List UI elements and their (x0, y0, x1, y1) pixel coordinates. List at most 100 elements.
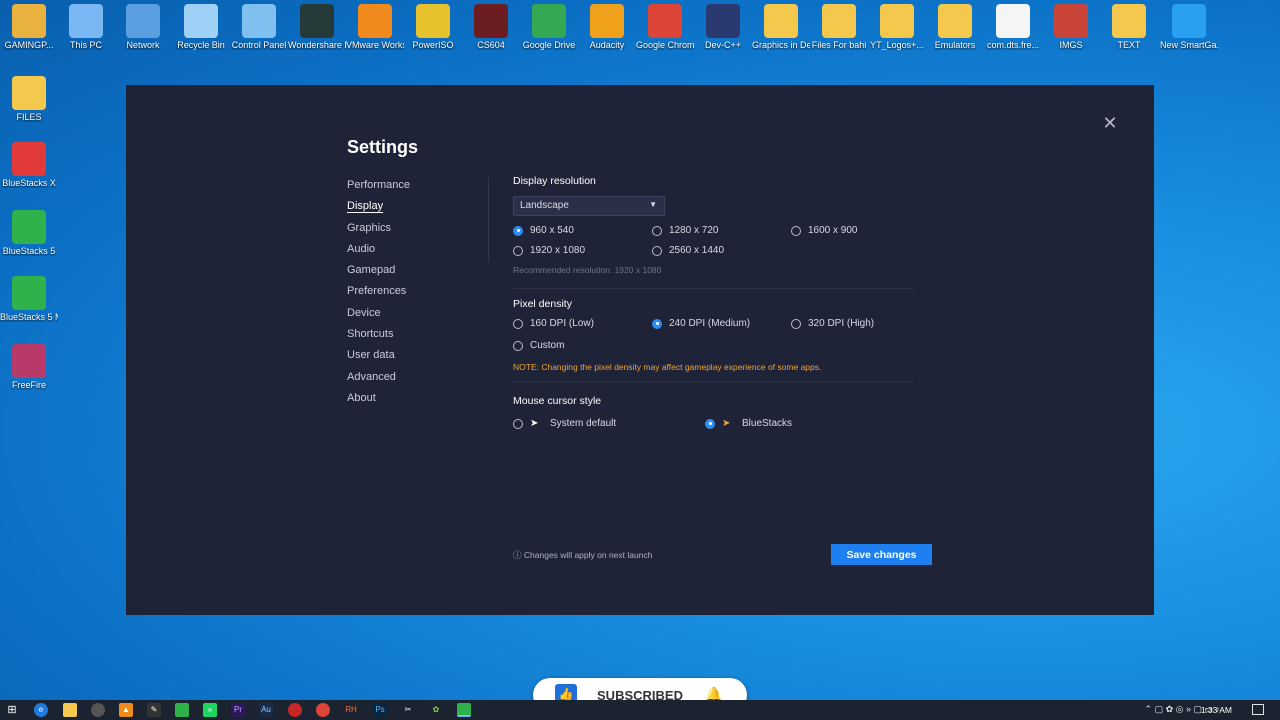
rh-icon[interactable]: RH (344, 703, 358, 717)
nav-item-gamepad[interactable]: Gamepad (347, 263, 487, 284)
desktop-icon[interactable]: PowerISO (404, 4, 462, 50)
recycle-bin-icon (184, 4, 218, 38)
nav-item-performance[interactable]: Performance (347, 178, 487, 199)
settings-window: ✕ Settings Performance Display Graphics … (126, 85, 1154, 615)
nav-item-shortcuts[interactable]: Shortcuts (347, 327, 487, 348)
media-icon[interactable]: » (203, 703, 217, 717)
chevron-down-icon: ▼ (649, 200, 657, 209)
desktop-icon[interactable]: Dev-C++ (694, 4, 752, 50)
record-icon[interactable] (288, 703, 302, 717)
section-divider (513, 288, 913, 289)
desktop-icon[interactable]: Audacity (578, 4, 636, 50)
bluestacks-cursor-icon: ➤ (722, 418, 731, 429)
desktop-icon[interactable]: YT_Logos+... (868, 4, 926, 50)
tool-icon[interactable]: ✂ (401, 703, 415, 717)
notification-icon[interactable] (1252, 704, 1264, 715)
desktop-icon-label: This PC (69, 40, 102, 50)
desktop-icon[interactable]: Control Panel (230, 4, 288, 50)
resolution-960x540-radio[interactable]: 960 x 540 (513, 225, 574, 236)
desktop-icon[interactable]: GAMINGP... (0, 4, 58, 50)
desktop-icon[interactable]: Google Drive (520, 4, 578, 50)
radio-label: System default (550, 418, 617, 429)
desktop-icon-label: Dev-C++ (704, 40, 741, 50)
bluestacks-icon (12, 210, 46, 244)
arrow-cursor-icon: ➤ (530, 418, 539, 429)
radio-label: 160 DPI (Low) (530, 318, 594, 329)
dpi-320-radio[interactable]: 320 DPI (High) (791, 318, 874, 329)
desktop-icon-label: Emulators (934, 40, 976, 50)
resolution-1920x1080-radio[interactable]: 1920 x 1080 (513, 245, 585, 256)
radio-dot-icon (705, 418, 715, 429)
dpi-custom-radio[interactable]: Custom (513, 340, 564, 351)
desktop-icon[interactable]: TEXT (1100, 4, 1158, 50)
nav-item-preferences[interactable]: Preferences (347, 284, 487, 305)
nav-item-about[interactable]: About (347, 391, 487, 412)
desktop-icon[interactable]: This PC (57, 4, 115, 50)
settings-nav: Performance Display Graphics Audio Gamep… (347, 178, 487, 412)
desktop-icon[interactable]: FILES (0, 76, 58, 122)
windows-start-icon[interactable]: ⊞ (5, 703, 19, 717)
bluestacks-taskbar-icon[interactable] (457, 703, 471, 717)
nav-item-device[interactable]: Device (347, 306, 487, 327)
edge-icon[interactable]: e (34, 703, 48, 717)
nav-item-graphics[interactable]: Graphics (347, 221, 487, 242)
close-icon[interactable]: ✕ (1102, 114, 1118, 132)
desktop-icon[interactable]: Network (114, 4, 172, 50)
nav-item-display[interactable]: Display (347, 199, 487, 220)
clock[interactable]: 1:33 AM (1201, 705, 1232, 715)
app-icon[interactable]: ✿ (429, 703, 443, 717)
app-icon[interactable] (91, 703, 105, 717)
app-icon[interactable] (175, 703, 189, 717)
resolution-1280x720-radio[interactable]: 1280 x 720 (652, 225, 719, 236)
chrome-icon[interactable] (316, 703, 330, 717)
pixel-density-note: NOTE: Changing the pixel density may aff… (513, 362, 822, 372)
file-explorer-icon[interactable] (63, 703, 77, 717)
save-changes-button[interactable]: Save changes (831, 544, 932, 565)
dpi-160-radio[interactable]: 160 DPI (Low) (513, 318, 594, 329)
premiere-icon[interactable]: Pr (231, 703, 245, 717)
desktop-icon[interactable]: Wondershare Filmora 12 (288, 4, 346, 50)
dpi-240-radio[interactable]: 240 DPI (Medium) (652, 318, 750, 329)
desktop-icon-label: Wondershare Filmora 12 (288, 40, 346, 50)
changes-info: ⓘ Changes will apply on next launch (513, 549, 652, 561)
cursor-bluestacks-radio[interactable]: ➤ BlueStacks (705, 418, 792, 429)
desktop-icon[interactable]: Google Chrome (636, 4, 694, 50)
desktop-icon-label: New SmartGa... (1160, 40, 1218, 50)
audition-icon[interactable]: Au (259, 703, 273, 717)
pen-tool-icon[interactable]: ✎ (147, 703, 161, 717)
desktop-icon[interactable]: CS604 (462, 4, 520, 50)
resolution-2560x1440-radio[interactable]: 2560 x 1440 (652, 245, 724, 256)
mouse-cursor-style-label: Mouse cursor style (513, 395, 602, 407)
radio-dot-icon (652, 245, 662, 256)
desktop-icon[interactable]: BlueStacks 5 (0, 210, 58, 256)
nav-item-audio[interactable]: Audio (347, 242, 487, 263)
desktop-icon[interactable]: IMGS (1042, 4, 1100, 50)
desktop-icon[interactable]: Files For bahi (810, 4, 868, 50)
cursor-system-default-radio[interactable]: ➤ System default (513, 418, 616, 429)
desktop-icon-label: Files For bahi (811, 40, 867, 50)
desktop-icon[interactable]: Graphics in Dev C++ (752, 4, 810, 50)
desktop-icon-label: Graphics in Dev C++ (752, 40, 810, 50)
radio-dot-icon (791, 318, 801, 329)
desktop-icon[interactable]: com.dts.fre... (984, 4, 1042, 50)
radio-label: 1600 x 900 (808, 225, 858, 236)
resolution-1600x900-radio[interactable]: 1600 x 900 (791, 225, 858, 236)
desktop-icon[interactable]: BlueStacks 5 Multi-Insta... (0, 276, 58, 322)
photoshop-icon[interactable]: Ps (373, 703, 387, 717)
smartgaga-icon (1172, 4, 1206, 38)
desktop-icon-label: VMware Workstati... (346, 40, 404, 50)
desktop-icon[interactable]: VMware Workstati... (346, 4, 404, 50)
desktop-icon[interactable]: New SmartGa... (1160, 4, 1218, 50)
desktop-icon[interactable]: Emulators (926, 4, 984, 50)
nav-item-user-data[interactable]: User data (347, 348, 487, 369)
orientation-dropdown[interactable]: Landscape ▼ (513, 196, 665, 216)
nav-item-advanced[interactable]: Advanced (347, 370, 487, 391)
radio-label: 1920 x 1080 (530, 245, 586, 256)
desktop-icon[interactable]: BlueStacks X (0, 142, 58, 188)
radio-label: BlueStacks (742, 418, 793, 429)
desktop-icon[interactable]: Recycle Bin (172, 4, 230, 50)
desktop-icon[interactable]: FreeFire (0, 344, 58, 390)
folder-icon (938, 4, 972, 38)
vlc-icon[interactable]: ▲ (119, 703, 133, 717)
google-drive-icon (532, 4, 566, 38)
